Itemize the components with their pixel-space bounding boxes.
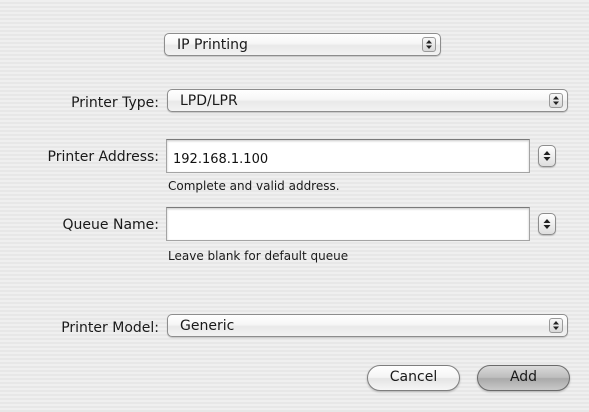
add-printer-dialog: IP Printing Printer Type: LPD/LPR Printe… — [0, 0, 589, 412]
printer-type-popup[interactable]: LPD/LPR — [167, 89, 568, 112]
printer-type-value: LPD/LPR — [180, 93, 238, 109]
printer-model-popup[interactable]: Generic — [167, 314, 568, 337]
queue-name-history-button[interactable] — [538, 213, 556, 235]
protocol-popup-label: IP Printing — [177, 37, 248, 53]
printer-address-hint: Complete and valid address. — [168, 179, 340, 193]
queue-name-field[interactable] — [166, 207, 530, 241]
queue-name-label: Queue Name: — [62, 217, 159, 233]
queue-name-hint: Leave blank for default queue — [168, 249, 349, 263]
printer-address-field[interactable] — [166, 139, 530, 173]
cancel-button[interactable]: Cancel — [367, 365, 460, 391]
up-down-arrows-icon — [422, 37, 436, 52]
up-down-arrows-icon — [549, 318, 563, 333]
up-down-arrows-icon — [549, 93, 563, 108]
printer-address-label: Printer Address: — [47, 149, 160, 165]
printer-address-history-button[interactable] — [538, 145, 556, 167]
up-down-arrows-icon — [543, 151, 551, 161]
printer-model-value: Generic — [180, 318, 235, 334]
up-down-arrows-icon — [543, 219, 551, 229]
add-button[interactable]: Add — [477, 365, 570, 391]
protocol-popup[interactable]: IP Printing — [164, 33, 441, 56]
printer-model-label: Printer Model: — [61, 320, 159, 336]
printer-type-label: Printer Type: — [71, 95, 159, 111]
